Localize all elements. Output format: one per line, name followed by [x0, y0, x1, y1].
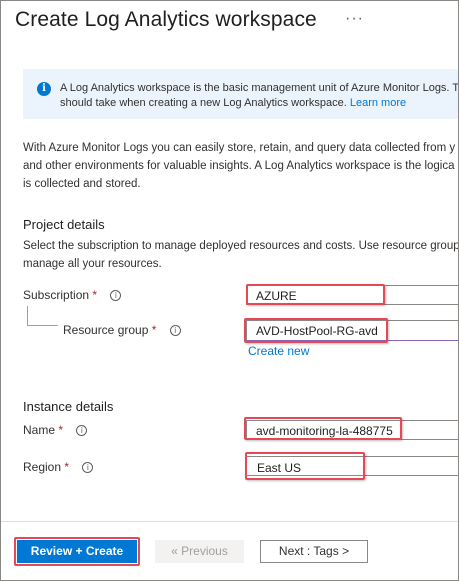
region-label: Region * i — [23, 460, 94, 474]
resource-group-label-text: Resource group — [63, 323, 149, 337]
name-label-text: Name — [23, 423, 56, 437]
tree-connector-horizontal — [27, 325, 58, 326]
required-marker: * — [151, 323, 157, 337]
region-label-text: Region — [23, 460, 62, 474]
subscription-label-text: Subscription — [23, 288, 90, 302]
instance-details-heading: Instance details — [23, 399, 114, 414]
region-select[interactable]: East US — [246, 456, 458, 476]
required-marker: * — [64, 460, 70, 474]
subscription-select[interactable]: AZURE — [246, 285, 458, 305]
name-label: Name * i — [23, 423, 88, 437]
blade-panel: Create Log Analytics workspace ··· i A L… — [0, 0, 459, 581]
subscription-label: Subscription * i — [23, 288, 122, 302]
page-title: Create Log Analytics workspace — [15, 8, 317, 31]
info-circle-icon[interactable]: i — [76, 425, 88, 436]
review-create-button[interactable]: Review + Create — [17, 540, 137, 563]
learn-more-link[interactable]: Learn more — [350, 97, 406, 109]
info-circle-icon[interactable]: i — [82, 462, 94, 473]
project-details-heading: Project details — [23, 217, 105, 232]
required-marker: * — [58, 423, 64, 437]
resource-group-select[interactable]: AVD-HostPool-RG-avd — [246, 320, 458, 341]
create-new-link[interactable]: Create new — [248, 344, 309, 358]
tree-connector-vertical — [27, 306, 28, 326]
intro-line-1: With Azure Monitor Logs you can easily s… — [23, 142, 456, 154]
project-desc-line-1: Select the subscription to manage deploy… — [23, 240, 459, 252]
info-line-1: A Log Analytics workspace is the basic m… — [60, 82, 459, 94]
intro-line-3: is collected and stored. — [23, 178, 141, 190]
info-banner: i A Log Analytics workspace is the basic… — [23, 69, 459, 119]
ellipsis-icon[interactable]: ··· — [345, 10, 364, 28]
footer-divider — [1, 521, 458, 522]
name-input[interactable]: avd-monitoring-la-488775 — [246, 420, 458, 440]
project-desc-line-2: manage all your resources. — [23, 258, 162, 270]
intro-line-2: and other environments for valuable insi… — [23, 160, 455, 172]
info-circle-icon[interactable]: i — [169, 325, 181, 336]
region-value: East US — [257, 461, 302, 475]
previous-button[interactable]: « Previous — [155, 540, 244, 563]
next-tags-button[interactable]: Next : Tags > — [260, 540, 368, 563]
name-value: avd-monitoring-la-488775 — [256, 424, 393, 438]
subscription-value: AZURE — [256, 289, 297, 303]
required-marker: * — [92, 288, 98, 302]
info-icon: i — [37, 82, 51, 96]
project-description: Select the subscription to manage deploy… — [23, 237, 459, 273]
info-circle-icon[interactable]: i — [110, 290, 122, 301]
resource-group-value: AVD-HostPool-RG-avd — [256, 324, 378, 338]
intro-text: With Azure Monitor Logs you can easily s… — [23, 139, 455, 193]
info-line-2: should take when creating a new Log Anal… — [60, 97, 347, 109]
info-text: A Log Analytics workspace is the basic m… — [60, 81, 459, 111]
resource-group-label: Resource group * i — [63, 323, 181, 337]
